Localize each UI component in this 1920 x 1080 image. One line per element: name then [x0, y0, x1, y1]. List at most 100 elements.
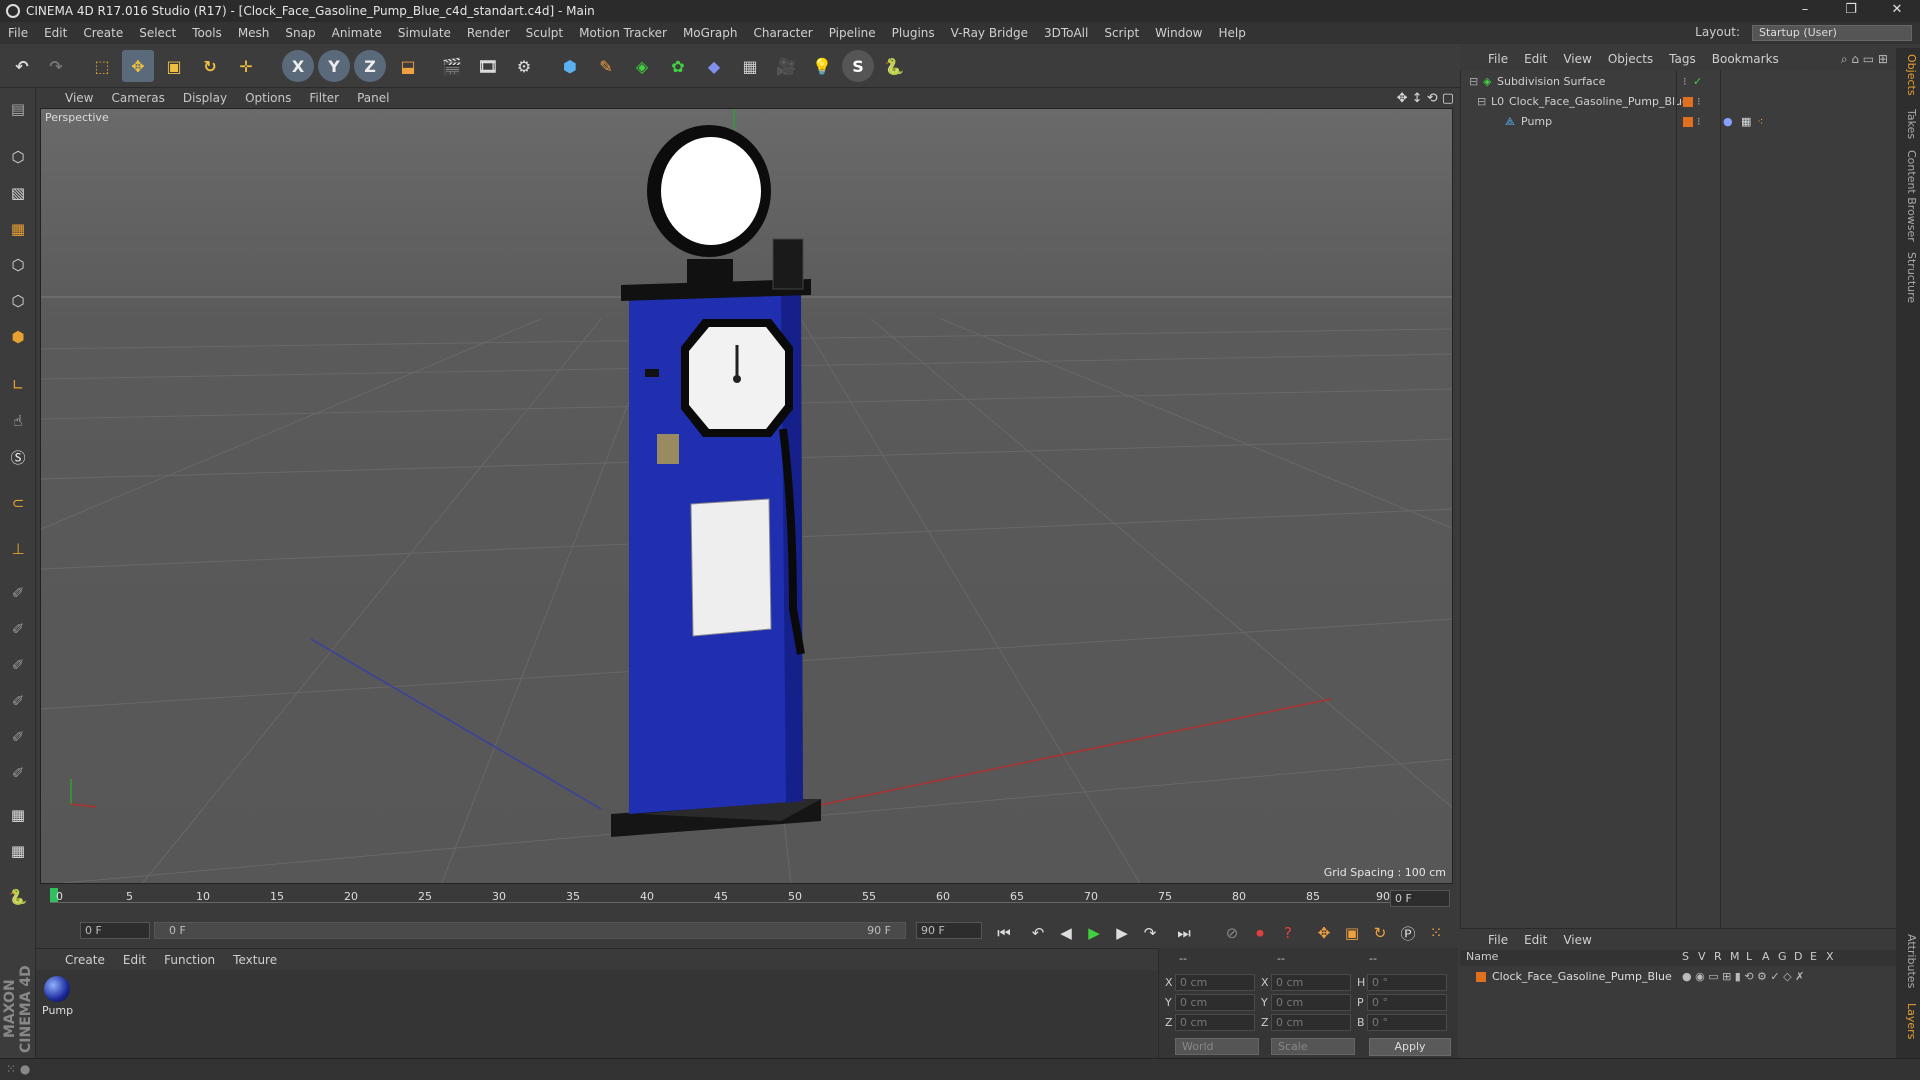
coordinate-space-dropdown[interactable]: World	[1175, 1038, 1259, 1055]
menu-motion-tracker[interactable]: Motion Tracker	[571, 26, 675, 40]
menu-simulate[interactable]: Simulate	[390, 26, 459, 40]
sculpt-brush-icon[interactable]: ✐	[3, 578, 33, 608]
deformer-icon[interactable]: ◆	[698, 50, 730, 82]
inflate-brush-icon[interactable]: ✐	[3, 758, 33, 788]
subdivision-generator-icon[interactable]: ◈	[626, 50, 658, 82]
rotation-h-field[interactable]: 0 °	[1367, 974, 1447, 991]
menu-tools[interactable]: Tools	[184, 26, 230, 40]
tab-takes[interactable]: Takes	[1898, 104, 1918, 144]
next-key-icon[interactable]: ↷	[1138, 922, 1162, 944]
keyframe-selection-icon[interactable]: ?	[1276, 922, 1300, 944]
coordinate-system-icon[interactable]: ⬓	[392, 50, 424, 82]
menu-3dtoall[interactable]: 3DToAll	[1036, 26, 1096, 40]
start-frame-field[interactable]: 0 F	[80, 922, 150, 939]
menu-file[interactable]: File	[0, 26, 36, 40]
size-z-field[interactable]: 0 cm	[1271, 1014, 1351, 1031]
current-frame-field[interactable]: 0 F	[1390, 890, 1450, 907]
tweak-mode-icon[interactable]: ☝	[3, 406, 33, 436]
object-row-subdivision-surface[interactable]: ⊟ ◈ Subdivision Surface ⁝ ✓	[1461, 72, 1897, 92]
object-name[interactable]: Clock_Face_Gasoline_Pump_Blue	[1509, 92, 1689, 112]
tab-layers[interactable]: Layers	[1898, 998, 1918, 1044]
material-name-label[interactable]: Pump	[42, 1004, 73, 1017]
model-mode-icon[interactable]: ⬡	[3, 142, 33, 172]
menu-window[interactable]: Window	[1147, 26, 1210, 40]
lock-grid-icon[interactable]: ▦	[3, 800, 33, 830]
menu-script[interactable]: Script	[1096, 26, 1147, 40]
workplane-axis-icon[interactable]: ⊥	[3, 534, 33, 564]
size-y-field[interactable]: 0 cm	[1271, 994, 1351, 1011]
paint-brush-icon[interactable]: ✐	[3, 614, 33, 644]
coordinate-mode-dropdown[interactable]: Scale	[1271, 1038, 1355, 1055]
rotation-p-field[interactable]: 0 °	[1367, 994, 1447, 1011]
vray-icon[interactable]: S	[842, 50, 874, 82]
render-view-icon[interactable]: 🎬	[436, 50, 468, 82]
menu-help[interactable]: Help	[1210, 26, 1253, 40]
material-menu-texture[interactable]: Texture	[224, 953, 286, 967]
lm-menu-file[interactable]: File	[1480, 933, 1516, 947]
size-x-field[interactable]: 0 cm	[1271, 974, 1351, 991]
menu-sculpt[interactable]: Sculpt	[518, 26, 571, 40]
material-manager-area[interactable]: Pump	[36, 970, 1158, 1058]
position-x-field[interactable]: 0 cm	[1175, 974, 1255, 991]
python-script-icon[interactable]: 🐍	[3, 882, 33, 912]
object-name[interactable]: Subdivision Surface	[1497, 72, 1605, 92]
edges-mode-icon[interactable]: ⬡	[3, 286, 33, 316]
perspective-viewport[interactable]: Perspective Grid Spacing : 100 cm	[40, 108, 1453, 884]
om-menu-edit[interactable]: Edit	[1516, 52, 1555, 66]
object-name[interactable]: Pump	[1521, 112, 1552, 132]
material-menu-edit[interactable]: Edit	[114, 953, 155, 967]
redo-icon[interactable]: ↷	[40, 50, 72, 82]
texture-mode-icon[interactable]: ▧	[3, 178, 33, 208]
undo-icon[interactable]: ↶	[6, 50, 38, 82]
snap-icon[interactable]: Ⓢ	[3, 442, 33, 472]
frame-range-slider[interactable]: 0 F 90 F	[154, 922, 906, 939]
render-picture-viewer-icon[interactable]: 🎞	[472, 50, 504, 82]
lm-menu-edit[interactable]: Edit	[1516, 933, 1555, 947]
pull-brush-icon[interactable]: ✐	[3, 686, 33, 716]
phong-tag-icon[interactable]: ⁖	[1757, 112, 1763, 132]
layer-color-icon[interactable]	[1683, 117, 1693, 127]
axis-mode-icon[interactable]: ∟	[3, 370, 33, 400]
make-editable-icon[interactable]: ▤	[3, 94, 33, 124]
menu-character[interactable]: Character	[745, 26, 820, 40]
visibility-dots-icon[interactable]: ⁝	[1697, 92, 1701, 112]
live-selection-icon[interactable]: ⬚	[86, 50, 118, 82]
viewport-menu-panel[interactable]: Panel	[348, 91, 398, 105]
layout-dropdown[interactable]: Startup (User)	[1752, 25, 1912, 41]
rotation-b-field[interactable]: 0 °	[1367, 1014, 1447, 1031]
polygons-mode-icon[interactable]: ⬢	[3, 322, 33, 352]
viewport-menu-view[interactable]: View	[56, 91, 102, 105]
collapse-toggle-icon[interactable]: ⊟	[1469, 72, 1478, 92]
om-menu-bookmarks[interactable]: Bookmarks	[1704, 52, 1787, 66]
collapse-toggle-icon[interactable]: ⊟	[1477, 92, 1486, 112]
visibility-dots-icon[interactable]: ⁝	[1683, 72, 1687, 92]
menu-animate[interactable]: Animate	[324, 26, 390, 40]
workplane-mode-icon[interactable]: ▦	[3, 214, 33, 244]
goto-end-icon[interactable]: ⏭	[1172, 922, 1196, 944]
timeline-ruler-panel[interactable]: 0 5 10 15 20 25 30 35 40 45 50 55 60 65 …	[40, 884, 1453, 914]
material-tag-icon[interactable]: ●	[1723, 112, 1733, 132]
enabled-check-icon[interactable]: ✓	[1693, 72, 1702, 92]
tab-objects[interactable]: Objects	[1898, 52, 1918, 98]
scale-tool-icon[interactable]: ▣	[158, 50, 190, 82]
z-axis-lock-button[interactable]: Z	[354, 50, 386, 82]
light-bulb-icon[interactable]: 💡	[806, 50, 838, 82]
viewport-nav-icons[interactable]: ✥ ↕ ⟲ ▢	[1397, 91, 1454, 106]
autokey-icon[interactable]: ⏺	[1248, 922, 1272, 944]
material-menu-create[interactable]: Create	[56, 953, 114, 967]
layer-flags-icons[interactable]: ● ◉ ▭ ⊞ ▮ ⟲ ⚙ ✓ ◇ ✗	[1682, 968, 1804, 986]
key-parameter-icon[interactable]: Ⓟ	[1396, 922, 1420, 944]
cloner-icon[interactable]: ✿	[662, 50, 694, 82]
apply-button[interactable]: Apply	[1369, 1038, 1451, 1056]
object-manager-tree[interactable]: ⊟ ◈ Subdivision Surface ⁝ ✓ ⊟ L0 Clock_F…	[1460, 70, 1896, 928]
viewport-menu-filter[interactable]: Filter	[300, 91, 348, 105]
key-rotation-icon[interactable]: ↻	[1368, 922, 1392, 944]
previous-frame-icon[interactable]: ◀	[1054, 922, 1078, 944]
material-preview-icon[interactable]	[44, 976, 70, 1002]
menu-vray-bridge[interactable]: V-Ray Bridge	[943, 26, 1036, 40]
end-frame-field[interactable]: 90 F	[916, 922, 982, 939]
floor-scene-icon[interactable]: ▦	[734, 50, 766, 82]
move-tool-icon[interactable]: ✥	[122, 50, 154, 82]
goto-start-icon[interactable]: ⏮	[992, 922, 1016, 944]
tab-content-browser[interactable]: Content Browser	[1898, 148, 1918, 244]
